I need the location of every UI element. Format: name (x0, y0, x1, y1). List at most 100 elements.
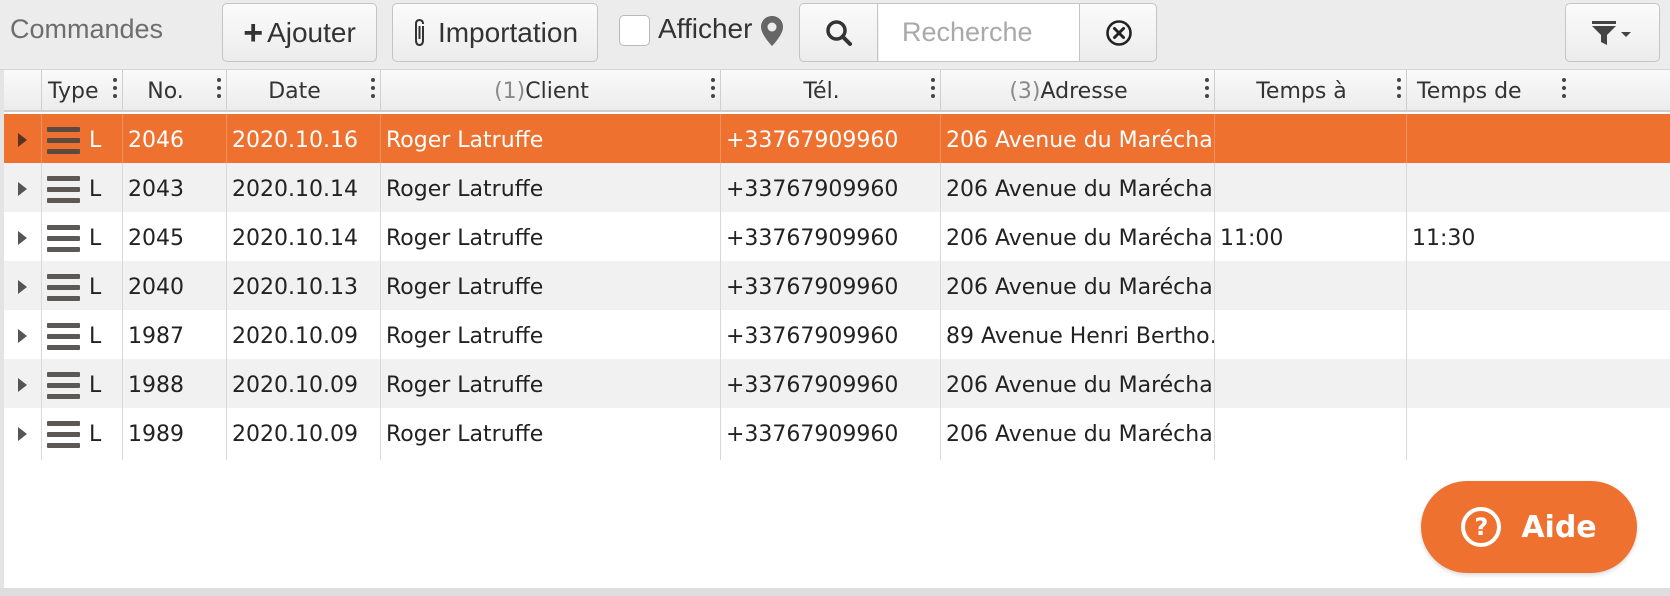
column-menu-icon[interactable] (1562, 78, 1566, 98)
column-menu-icon[interactable] (1397, 78, 1401, 98)
expand-triangle-icon (18, 231, 27, 245)
clear-circle-icon (1105, 19, 1132, 46)
cell-temps-a (1215, 261, 1407, 313)
filter-button[interactable] (1565, 3, 1660, 62)
hamburger-menu-icon[interactable] (47, 371, 80, 399)
row-expand-toggle[interactable] (4, 114, 42, 166)
table-row[interactable]: L 1988 2020.10.09 Roger Latruffe +337679… (4, 359, 1670, 411)
cell-no: 1987 (123, 310, 227, 362)
table-row[interactable]: L 2043 2020.10.14 Roger Latruffe +337679… (4, 163, 1670, 215)
hamburger-menu-icon[interactable] (47, 224, 80, 252)
clear-search-button[interactable] (1079, 4, 1156, 61)
row-expand-toggle[interactable] (4, 359, 42, 411)
cell-no: 1989 (123, 408, 227, 460)
search-icon (825, 19, 852, 46)
cell-date: 2020.10.09 (227, 408, 381, 460)
column-menu-icon[interactable] (371, 78, 375, 98)
column-header-label: Tél. (803, 78, 840, 104)
column-header-type[interactable]: Type (42, 70, 123, 112)
table-row[interactable]: L 2045 2020.10.14 Roger Latruffe +337679… (4, 212, 1670, 264)
column-header-no[interactable]: No. (123, 70, 227, 112)
hamburger-menu-icon[interactable] (47, 322, 80, 350)
expand-triangle-icon (18, 133, 27, 147)
add-button[interactable]: + Ajouter (222, 3, 377, 62)
column-header-tel[interactable]: Tél. (721, 70, 941, 112)
cell-date: 2020.10.16 (227, 114, 381, 166)
column-header-adresse[interactable]: (3) Adresse (941, 70, 1215, 112)
cell-client: Roger Latruffe (381, 261, 721, 313)
table-row[interactable]: L 2046 2020.10.16 Roger Latruffe +337679… (4, 114, 1670, 166)
row-expand-toggle[interactable] (4, 408, 42, 460)
cell-adresse: 206 Avenue du Marécha… (941, 212, 1215, 264)
cell-no: 2040 (123, 261, 227, 313)
search-group (799, 3, 1157, 62)
search-button[interactable] (800, 4, 878, 61)
column-header-temps-de[interactable]: Temps de (1407, 70, 1670, 112)
page-title: Commandes (10, 14, 164, 44)
expand-triangle-icon (18, 378, 27, 392)
column-header-date[interactable]: Date (227, 70, 381, 112)
show-on-map-checkbox[interactable] (619, 15, 650, 46)
cell-temps-de (1407, 408, 1670, 460)
cell-type-value: L (89, 225, 102, 251)
column-menu-icon[interactable] (1205, 78, 1209, 98)
cell-client: Roger Latruffe (381, 114, 721, 166)
orders-app: Commandes + Ajouter Importation Afficher (0, 0, 1670, 596)
column-header-client[interactable]: (1) Client (381, 70, 721, 112)
sort-order-indicator: (1) (494, 78, 526, 104)
cell-adresse: 206 Avenue du Marécha… (941, 114, 1215, 166)
orders-grid: Type No. Date (1) Client Tél. (3) Adress… (4, 70, 1670, 480)
column-menu-icon[interactable] (711, 78, 715, 98)
cell-adresse: 206 Avenue du Marécha… (941, 163, 1215, 215)
cell-tel: +33767909960 (721, 261, 941, 313)
cell-client: Roger Latruffe (381, 310, 721, 362)
search-input[interactable] (879, 4, 1079, 61)
table-row[interactable]: L 1989 2020.10.09 Roger Latruffe +337679… (4, 408, 1670, 460)
cell-tel: +33767909960 (721, 310, 941, 362)
cell-client: Roger Latruffe (381, 212, 721, 264)
cell-temps-de (1407, 359, 1670, 411)
help-button[interactable]: ? Aide (1421, 481, 1637, 573)
add-button-label: Ajouter (267, 16, 356, 48)
hamburger-menu-icon[interactable] (47, 420, 80, 448)
column-menu-icon[interactable] (113, 78, 117, 98)
cell-type: L (42, 261, 123, 313)
hamburger-menu-icon[interactable] (47, 175, 80, 203)
cell-type: L (42, 212, 123, 264)
cell-adresse: 206 Avenue du Marécha… (941, 359, 1215, 411)
paperclip-icon (414, 18, 424, 46)
cell-type-value: L (89, 323, 102, 349)
row-expand-toggle[interactable] (4, 261, 42, 313)
cell-type: L (42, 163, 123, 215)
hamburger-menu-icon[interactable] (47, 273, 80, 301)
row-expand-toggle[interactable] (4, 212, 42, 264)
question-circle-icon: ? (1461, 507, 1502, 547)
cell-temps-a (1215, 408, 1407, 460)
column-header-label: Temps de (1417, 78, 1522, 104)
table-row[interactable]: L 2040 2020.10.13 Roger Latruffe +337679… (4, 261, 1670, 313)
cell-temps-a: 11:00 (1215, 212, 1407, 264)
cell-no: 2046 (123, 114, 227, 166)
cell-tel: +33767909960 (721, 359, 941, 411)
grid-body: L 2046 2020.10.16 Roger Latruffe +337679… (4, 114, 1670, 480)
row-expand-toggle[interactable] (4, 310, 42, 362)
cell-type: L (42, 310, 123, 362)
column-menu-icon[interactable] (217, 78, 221, 98)
import-button-label: Importation (437, 16, 579, 48)
cell-temps-de (1407, 310, 1670, 362)
table-row[interactable]: L 1987 2020.10.09 Roger Latruffe +337679… (4, 310, 1670, 362)
hamburger-menu-icon[interactable] (47, 126, 80, 154)
toolbar: Commandes + Ajouter Importation Afficher (0, 0, 1670, 70)
import-button[interactable]: Importation (392, 3, 598, 62)
column-header-label: Client (525, 78, 589, 104)
cell-client: Roger Latruffe (381, 359, 721, 411)
expand-triangle-icon (18, 427, 27, 441)
row-expand-toggle[interactable] (4, 163, 42, 215)
cell-temps-de (1407, 261, 1670, 313)
bottom-border (0, 588, 1670, 596)
column-header-label: No. (147, 78, 184, 104)
header-expander (4, 70, 42, 112)
column-menu-icon[interactable] (931, 78, 935, 98)
column-header-temps-a[interactable]: Temps à (1215, 70, 1407, 112)
cell-date: 2020.10.09 (227, 310, 381, 362)
